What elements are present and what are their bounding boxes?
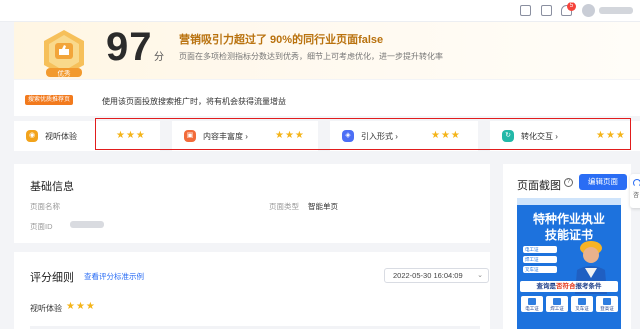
preview-tag: 叉车证 xyxy=(523,266,557,273)
score-summary-description: 页面在多项检测指标分数达到优秀，细节上可考虑优化，进一步提升转化率 xyxy=(179,52,443,61)
promo-tag: 搜索优质推荐页 xyxy=(25,95,74,105)
excellent-medal-icon: 优秀 xyxy=(44,30,84,78)
rating-item-label: 视听体验 xyxy=(30,304,62,313)
preview-cert: 叉车证 xyxy=(571,296,593,312)
consult-side-tab[interactable]: 咨 xyxy=(630,174,640,208)
eye-icon: ◉ xyxy=(26,130,38,142)
score-unit: 分 xyxy=(154,52,164,63)
rating-detail-title: 评分细则 xyxy=(30,272,74,284)
avatar[interactable] xyxy=(582,4,595,17)
page-name-label: 页面名称 xyxy=(30,202,60,211)
apps-icon[interactable] xyxy=(520,5,531,16)
chevron-down-icon: ⌄ xyxy=(477,272,483,279)
score-summary-title: 营销吸引力超过了 90%的同行业页面false xyxy=(179,34,384,46)
notification-badge: 5 xyxy=(567,2,576,11)
top-navigation-bar: 5 xyxy=(0,0,640,22)
strip-highlight: 否符合 xyxy=(556,283,576,290)
preview-cert: 登高证 xyxy=(596,296,618,312)
view-standard-link[interactable]: 查看评分标准示例 xyxy=(84,271,144,282)
highlight-annotation-box xyxy=(95,118,631,150)
strip-prefix: 查询是 xyxy=(536,283,557,290)
page-id-value-redacted xyxy=(70,221,104,228)
page-screenshot-title: 页面截图 xyxy=(517,180,561,192)
metric-label: 视听体验 xyxy=(45,132,77,141)
preview-tag: 电工证 xyxy=(523,246,557,253)
basic-info-card: 基础信息 页面名称 页面类型 智能单页 页面ID xyxy=(14,164,490,243)
preview-cert: 电工证 xyxy=(521,296,543,312)
medal-label: 优秀 xyxy=(58,69,72,78)
help-icon[interactable]: ? xyxy=(564,178,573,187)
page-screenshot-card: 页面截图 ? 编辑页面 特种作业执业 技能证书 电工证 焊工证 叉车证 查询是否… xyxy=(503,164,631,329)
bell-icon[interactable]: 5 xyxy=(561,2,576,16)
score-value: 97 xyxy=(106,25,153,69)
side-tab-label: 咨 xyxy=(633,193,640,199)
rating-item-stars: ★★★ xyxy=(66,301,96,312)
page-id-label: 页面ID xyxy=(30,222,53,231)
preview-headline-1: 特种作业执业 xyxy=(532,212,605,226)
preview-tag: 焊工证 xyxy=(523,256,557,263)
page-type-label: 页面类型 xyxy=(269,202,299,211)
preview-query-strip: 查询是否符合报考条件 xyxy=(520,281,618,292)
basic-info-title: 基础信息 xyxy=(30,181,74,193)
strip-suffix: 报考条件 xyxy=(575,283,602,290)
edit-page-button[interactable]: 编辑页面 xyxy=(579,174,627,190)
preview-cert: 焊工证 xyxy=(546,296,568,312)
document-icon[interactable] xyxy=(541,5,552,16)
promo-text: 使用该页面投放搜索推广时，将有机会获得流量增益 xyxy=(102,97,286,106)
page-type-value: 智能单页 xyxy=(308,202,338,211)
headset-icon xyxy=(633,179,640,187)
username-redacted[interactable] xyxy=(599,7,633,14)
promo-row: 搜索优质推荐页 使用该页面投放搜索推广时，将有机会获得流量增益 xyxy=(14,80,640,116)
page-preview-image: 特种作业执业 技能证书 电工证 焊工证 叉车证 查询是否符合报考条件 电工证 焊… xyxy=(517,198,621,329)
score-banner: 优秀 97 分 营销吸引力超过了 90%的同行业页面false 页面在多项检测指… xyxy=(14,22,640,79)
rating-detail-card: 评分细则 查看评分标准示例 2022-05-30 16:04:09 ⌄ 视听体验… xyxy=(14,252,490,329)
date-value: 2022-05-30 16:04:09 xyxy=(393,271,463,280)
preview-tag-list: 电工证 焊工证 叉车证 xyxy=(523,246,557,276)
date-select[interactable]: 2022-05-30 16:04:09 ⌄ xyxy=(384,268,489,283)
preview-top-band xyxy=(517,198,621,205)
